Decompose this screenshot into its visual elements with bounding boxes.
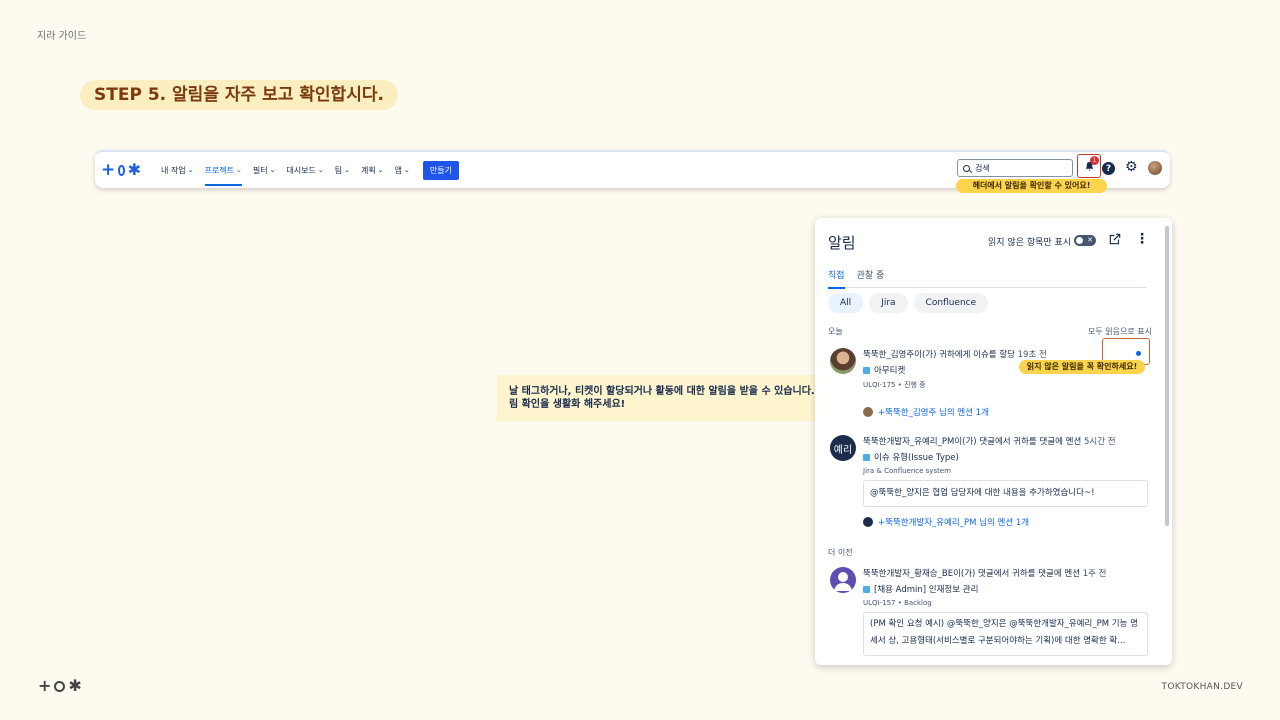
chip-jira[interactable]: Jira <box>869 293 908 313</box>
toktokhan-logo-icon: + ✱ <box>38 676 82 695</box>
unread-only-label: 읽지 않은 항목만 표시 <box>988 238 1072 248</box>
nav-teams[interactable]: 팀 ⌄ <box>335 152 350 188</box>
step-title: STEP 5. 알림을 자주 보고 확인합시다. <box>80 80 398 110</box>
guide-label: 지라 가이드 <box>37 31 87 42</box>
mark-all-read-link[interactable]: 모두 읽음으로 표시 <box>1088 326 1152 337</box>
footer-site: TOKTOKHAN.DEV <box>1161 682 1243 692</box>
avatar <box>830 567 856 593</box>
gear-icon[interactable]: ⚙ <box>1125 160 1138 174</box>
tab-watching[interactable]: 관찰 중 <box>857 268 885 288</box>
tab-direct[interactable]: 직접 <box>828 268 845 289</box>
product-filter-chips: All Jira Confluence <box>828 293 989 313</box>
avatar <box>830 348 856 374</box>
callout-note: 날 태그하거나, 티켓이 할당되거나 활동에 대한 알림을 받을 수 있습니다.… <box>497 375 840 421</box>
notification-text: 뚝뚝한개발자_황재승_BE이(가) 댓글에서 귀하를 댓글에 멘션 1주 전 <box>863 569 1107 579</box>
issue-meta: Jira & Confluence system <box>863 467 951 475</box>
notifications-button[interactable]: 1 <box>1077 154 1101 178</box>
chevron-down-icon: ⌄ <box>377 166 384 174</box>
notification-tabs: 직접 관찰 중 <box>828 268 1147 289</box>
avatar <box>863 517 873 527</box>
nav-plans[interactable]: 계획 ⌄ <box>361 152 384 188</box>
scrollbar[interactable] <box>1165 226 1169 526</box>
notification-panel: 알림 읽지 않은 항목만 표시 ⋮ 직접 관찰 중 All Jira Confl… <box>815 218 1172 665</box>
chevron-down-icon: ⌄ <box>404 166 410 174</box>
comment-quote: @뚝뚝한_양지은 협업 담당자에 대한 내용을 추가하였습니다~! <box>863 480 1148 507</box>
search-placeholder: 검색 <box>975 163 990 173</box>
panel-title: 알림 <box>828 234 856 252</box>
avatar[interactable] <box>1148 161 1162 175</box>
toktokhan-logo-icon[interactable]: + ✱ <box>101 160 141 180</box>
chevron-down-icon: ⌄ <box>235 166 242 174</box>
section-older: 더 이전 <box>828 548 853 557</box>
nav-apps[interactable]: 앱 ⌄ <box>395 152 410 188</box>
nav-projects[interactable]: 프로젝트 ⌄ <box>204 152 243 188</box>
issue-title: 이슈 유형(Issue Type) <box>863 451 1148 463</box>
avatar: 예리 <box>830 435 856 461</box>
chevron-down-icon: ⌄ <box>317 166 324 174</box>
mention-link[interactable]: +뚝뚝한_김영주 님의 멘션 1개 <box>863 406 1148 418</box>
task-icon <box>863 366 870 374</box>
user-icon <box>834 572 852 591</box>
list-item[interactable]: 예리 뚝뚝한개발자_유예리_PM이(가) 댓글에서 귀하를 댓글에 멘션 5시간… <box>828 435 1148 535</box>
issue-meta: ULQI-175 • 진행 중 <box>863 381 926 389</box>
more-options-icon[interactable]: ⋮ <box>1135 232 1149 246</box>
header-tip: 헤더에서 알림을 확인할 수 있어요! <box>956 179 1107 193</box>
notification-text: 뚝뚝한개발자_유예리_PM이(가) 댓글에서 귀하를 댓글에 멘션 5시간 전 <box>863 437 1116 447</box>
chip-confluence[interactable]: Confluence <box>913 293 989 313</box>
issue-title: [채용 Admin] 인재정보 관리 <box>863 583 1148 595</box>
comment-quote: (PM 확인 요청 예시) @뚝뚝한_양지은 @뚝뚝한개발자_유예리_PM 기능… <box>863 612 1148 656</box>
chevron-down-icon: ⌄ <box>269 166 276 174</box>
issue-meta: ULQI-157 • Backlog <box>863 599 932 607</box>
unread-tip: 읽지 않은 알림을 꼭 확인하세요! <box>1019 360 1145 374</box>
nav-dashboards[interactable]: 대시보드 ⌄ <box>286 152 323 188</box>
notification-badge: 1 <box>1090 156 1099 165</box>
mention-link[interactable]: +뚝뚝한개발자_유예리_PM 님의 멘션 1개 <box>863 516 1148 528</box>
avatar <box>863 407 873 417</box>
search-input[interactable]: 검색 <box>957 159 1073 177</box>
create-button[interactable]: 만들기 <box>422 160 459 180</box>
help-icon[interactable]: ? <box>1102 162 1115 175</box>
task-icon <box>863 453 870 461</box>
open-new-window-icon[interactable] <box>1108 232 1122 246</box>
task-icon <box>863 585 870 593</box>
search-icon <box>963 164 970 172</box>
nav-my-work[interactable]: 내 작업 ⌄ <box>161 152 194 188</box>
chevron-down-icon: ⌄ <box>344 166 351 174</box>
section-today: 오늘 <box>828 327 843 336</box>
list-item[interactable]: 뚝뚝한_김영주이(가) 귀하에게 이슈를 할당 19초 전 아무티켓 ULQI-… <box>828 348 1148 418</box>
chevron-down-icon: ⌄ <box>187 166 194 174</box>
list-item[interactable]: 뚝뚝한개발자_황재승_BE이(가) 댓글에서 귀하를 댓글에 멘션 1주 전 [… <box>828 567 1148 665</box>
unread-only-toggle[interactable] <box>1074 235 1096 246</box>
notification-text: 뚝뚝한_김영주이(가) 귀하에게 이슈를 할당 19초 전 <box>863 350 1047 360</box>
nav-filters[interactable]: 필터 ⌄ <box>253 152 276 188</box>
chip-all[interactable]: All <box>828 293 864 313</box>
